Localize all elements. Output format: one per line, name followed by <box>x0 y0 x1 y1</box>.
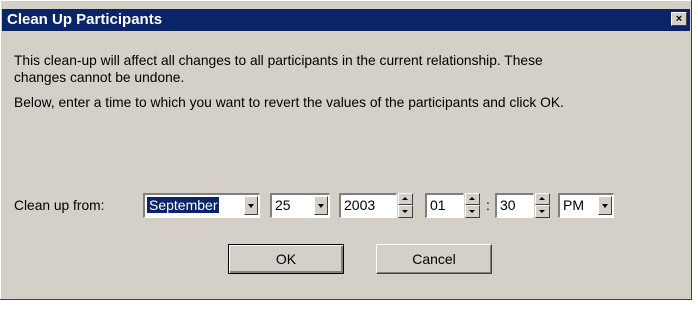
hour-down-arrow-icon[interactable] <box>465 205 480 218</box>
day-value: 25 <box>275 197 291 213</box>
month-dropdown-button[interactable] <box>244 196 258 215</box>
close-button[interactable]: × <box>671 12 687 26</box>
hour-up-arrow-icon[interactable] <box>465 193 480 205</box>
day-select[interactable]: 25 <box>270 193 330 218</box>
year-value: 2003 <box>344 197 376 213</box>
ampm-select[interactable]: PM <box>558 193 614 218</box>
minute-value: 30 <box>500 197 516 213</box>
time-separator: : <box>486 197 490 213</box>
minute-field[interactable]: 30 <box>495 193 534 218</box>
clean-up-from-label: Clean up from: <box>14 198 105 213</box>
year-down-arrow-icon[interactable] <box>398 205 413 218</box>
minute-spinner[interactable] <box>535 193 550 218</box>
minute-up-arrow-icon[interactable] <box>535 193 550 205</box>
title-bar[interactable]: Clean Up Participants × <box>2 9 690 31</box>
year-field[interactable]: 2003 <box>339 193 397 218</box>
ampm-dropdown-button[interactable] <box>598 196 612 215</box>
month-value: September <box>145 196 221 214</box>
warning-text-line-2: changes cannot be undone. <box>14 70 185 85</box>
warning-text-line-1: This clean-up will affect all changes to… <box>14 53 543 68</box>
hour-spinner[interactable] <box>465 193 480 218</box>
dialog-title: Clean Up Participants <box>7 11 163 28</box>
month-select[interactable]: September <box>143 193 260 218</box>
clean-up-from-row: Clean up from: September 25 2003 01: 30… <box>0 190 692 220</box>
ok-button[interactable]: OK <box>228 244 344 274</box>
cancel-button[interactable]: Cancel <box>376 244 492 274</box>
minute-down-arrow-icon[interactable] <box>535 205 550 218</box>
hour-field[interactable]: 01 <box>425 193 464 218</box>
year-spinner[interactable] <box>398 193 413 218</box>
ampm-value: PM <box>563 197 584 213</box>
year-up-arrow-icon[interactable] <box>398 193 413 205</box>
hour-value: 01 <box>430 197 446 213</box>
close-icon: × <box>675 13 683 25</box>
instruction-text: Below, enter a time to which you want to… <box>14 95 564 110</box>
clean-up-dialog: Clean Up Participants × This clean-up wi… <box>0 0 692 300</box>
day-dropdown-button[interactable] <box>314 196 328 215</box>
